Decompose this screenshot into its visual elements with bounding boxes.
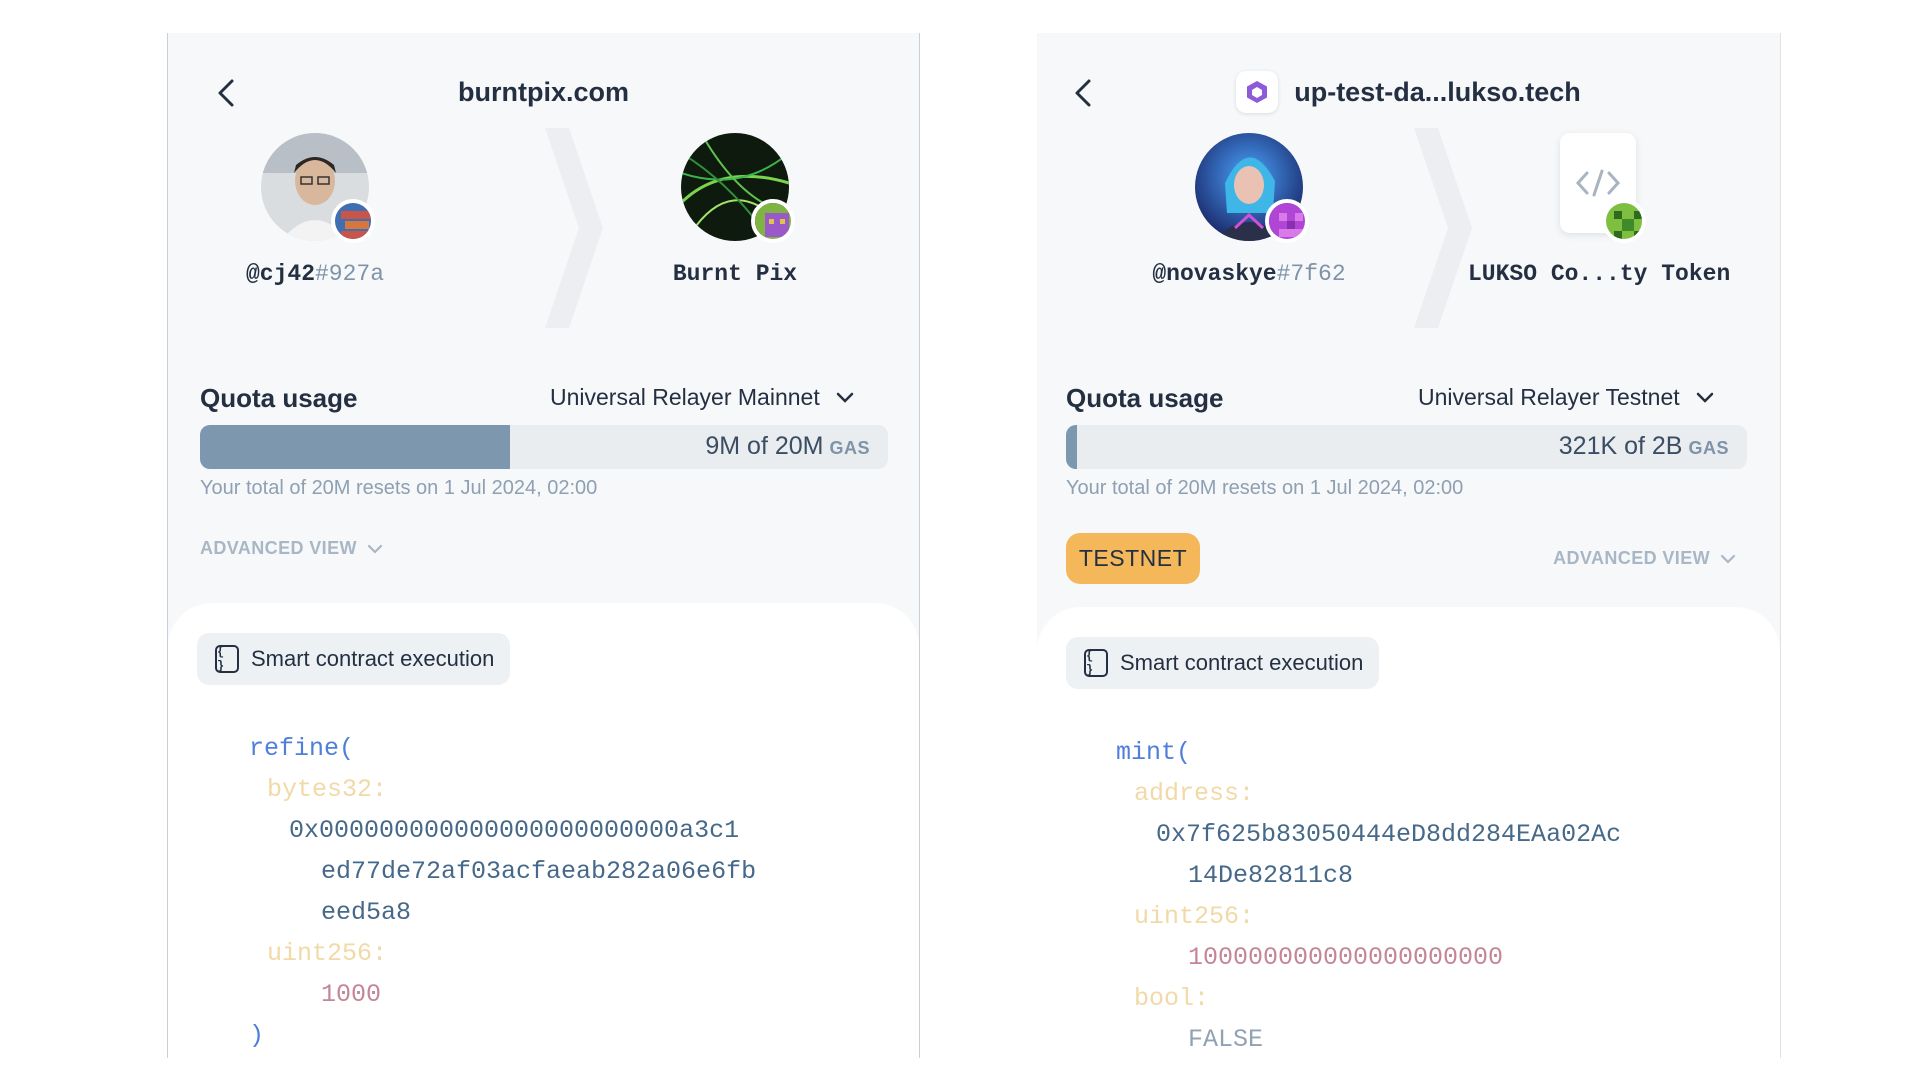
param-type: uint256: — [267, 939, 388, 968]
quota-progress-fill — [1066, 425, 1077, 469]
sender-profile: @novaskye#7f62 — [1119, 133, 1379, 287]
identicon-badge — [1265, 199, 1309, 243]
sender-name: @cj42#927a — [245, 261, 385, 287]
param-value: eed5a8 — [321, 898, 412, 927]
smart-contract-icon: { } — [1084, 649, 1108, 677]
chevron-down-icon — [367, 544, 382, 554]
quota-title: Quota usage — [1066, 383, 1224, 413]
sender-name: @novaskye#7f62 — [1152, 261, 1346, 287]
param-type: address: — [1134, 779, 1255, 808]
identicon-badge — [331, 199, 375, 243]
left-panel: burntpix.com @cj42#927a Burnt Pix Quota … — [167, 33, 920, 1058]
quota-progress-fill — [200, 425, 510, 469]
quota-usage-text: 9M of 20M GAS — [705, 432, 870, 460]
execution-type-label: Smart contract execution — [251, 646, 495, 671]
smart-contract-icon: { } — [215, 645, 239, 673]
identicon-badge — [751, 199, 795, 243]
param-value: ed77de72af03acfaeab282a06e6fb — [321, 857, 757, 886]
relayer-label: Universal Relayer Mainnet — [550, 384, 820, 410]
page-title-row: up-test-da...lukso.tech — [1037, 71, 1780, 113]
relayer-select[interactable]: Universal Relayer Mainnet — [550, 384, 854, 411]
chevron-down-icon — [1720, 554, 1736, 564]
param-value: FALSE — [1188, 1025, 1264, 1054]
site-logo-icon — [1236, 71, 1279, 113]
avatar — [1195, 133, 1309, 243]
param-type: uint256: — [1134, 902, 1255, 931]
function-name: refine( — [249, 734, 355, 763]
function-call-code: mint( address: 0x7f625b83050444eD8dd284E… — [1116, 732, 1621, 1058]
avatar — [1544, 133, 1652, 243]
param-value: 0x000000000000000000000000a3c1 — [289, 816, 740, 845]
param-value: 1000 — [321, 980, 382, 1009]
chevron-down-icon — [1696, 392, 1713, 403]
function-close: ) — [249, 1021, 265, 1050]
direction-arrow-icon — [545, 128, 603, 328]
advanced-view-toggle[interactable]: ADVANCED VIEW — [200, 538, 383, 559]
quota-usage-text: 321K of 2B GAS — [1558, 432, 1729, 460]
execution-type-chip: { } Smart contract execution — [197, 633, 511, 685]
avatar — [681, 133, 795, 243]
recipient-profile: Burnt Pix — [605, 133, 865, 287]
chevron-down-icon — [836, 392, 853, 403]
quota-title: Quota usage — [200, 383, 358, 413]
recipient-name: LUKSO Co...ty Token — [1468, 261, 1731, 287]
recipient-profile: LUKSO Co...ty Token — [1468, 133, 1731, 287]
transaction-card: { } Smart contract execution mint( addre… — [1037, 607, 1780, 1058]
quota-reset-text: Your total of 20M resets on 1 Jul 2024, … — [200, 477, 598, 499]
quota-reset-text: Your total of 20M resets on 1 Jul 2024, … — [1066, 477, 1464, 499]
advanced-view-label: ADVANCED VIEW — [1553, 548, 1710, 568]
avatar — [261, 133, 375, 243]
execution-type-label: Smart contract execution — [1120, 650, 1364, 675]
testnet-badge: TESTNET — [1066, 533, 1200, 584]
param-type: bool: — [1134, 984, 1210, 1013]
param-value: 14De82811c8 — [1188, 861, 1354, 890]
quota-progress-bar: 9M of 20M GAS — [200, 425, 888, 469]
page-title: up-test-da...lukso.tech — [1294, 76, 1581, 107]
direction-arrow-icon — [1414, 128, 1472, 328]
function-call-code: refine( bytes32: 0x000000000000000000000… — [249, 728, 756, 1056]
param-type: bytes32: — [267, 775, 388, 804]
page-title: burntpix.com — [457, 77, 629, 107]
quota-progress-bar: 321K of 2B GAS — [1066, 425, 1747, 469]
advanced-view-label: ADVANCED VIEW — [200, 538, 357, 558]
relayer-label: Universal Relayer Testnet — [1418, 384, 1680, 410]
execution-type-chip: { } Smart contract execution — [1066, 637, 1380, 689]
recipient-name: Burnt Pix — [672, 261, 798, 287]
param-value: 100000000000000000000 — [1188, 943, 1504, 972]
identicon-badge — [1602, 199, 1646, 243]
relayer-select[interactable]: Universal Relayer Testnet — [1418, 384, 1714, 411]
advanced-view-toggle[interactable]: ADVANCED VIEW — [1553, 548, 1736, 569]
right-panel: up-test-da...lukso.tech @novaskye#7f62 L… — [1037, 33, 1781, 1058]
param-value: 0x7f625b83050444eD8dd284EAa02Ac — [1156, 820, 1622, 849]
transaction-card: { } Smart contract execution refine( byt… — [168, 603, 919, 1058]
function-name: mint( — [1116, 738, 1192, 767]
sender-profile: @cj42#927a — [185, 133, 445, 287]
